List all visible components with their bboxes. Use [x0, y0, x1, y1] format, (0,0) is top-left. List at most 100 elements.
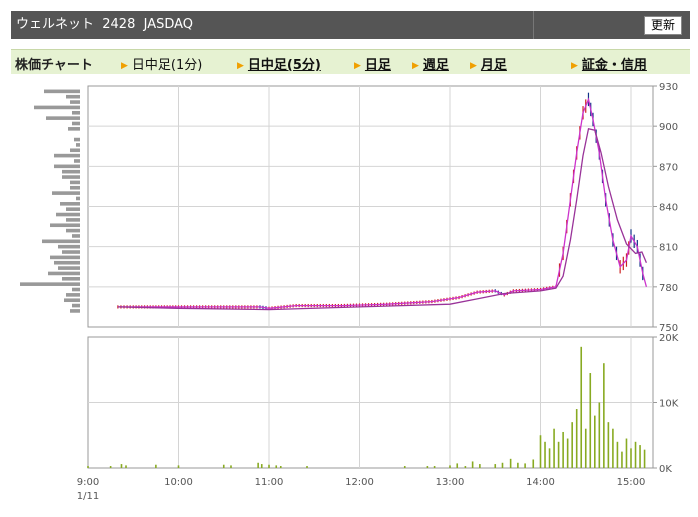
volume-profile-bar — [20, 282, 80, 286]
volume-profile-bar — [60, 202, 80, 206]
volume-bar — [120, 464, 123, 468]
volume-bar — [230, 465, 232, 468]
volume-bar — [607, 422, 610, 468]
x-tick-label: 15:00 — [617, 477, 646, 488]
volume-bar — [580, 346, 583, 468]
volume-profile-bar — [48, 271, 80, 276]
volume-bar — [456, 463, 459, 468]
volume-profile-bar — [68, 127, 80, 131]
volume-bar — [548, 448, 551, 468]
x-tick-label: 14:00 — [526, 477, 555, 488]
volume-bar — [553, 428, 555, 468]
volume-bar — [524, 463, 526, 468]
volume-profile-bar — [72, 110, 80, 115]
volume-bar — [275, 465, 278, 468]
volume-bar — [575, 409, 578, 468]
x-tick-label: 10:00 — [164, 477, 193, 488]
volume-bar — [501, 462, 504, 468]
volume-profile-bar — [76, 196, 80, 201]
volume-profile-bar — [72, 287, 80, 292]
volume-bar — [517, 462, 519, 468]
volume-profile-bar — [42, 239, 80, 244]
volume-profile-bar — [64, 298, 80, 303]
volume-bar — [433, 466, 436, 468]
volume-bar — [639, 445, 641, 468]
volume-bar — [479, 464, 481, 468]
volume-profile-bar — [76, 143, 80, 147]
x-tick-label: 13:00 — [436, 477, 465, 488]
volume-profile-bar — [54, 153, 80, 158]
volume-tick-label: 20K — [659, 333, 679, 344]
volume-bar — [257, 462, 259, 468]
volume-bar — [539, 435, 542, 468]
volume-bar — [268, 464, 270, 468]
volume-bar — [532, 459, 535, 468]
x-tick-label: 9:00 — [77, 477, 99, 488]
volume-bar — [177, 465, 180, 468]
volume-profile-bar — [62, 250, 80, 254]
volume-bar — [589, 373, 592, 468]
x-date-label: 1/11 — [77, 491, 99, 502]
volume-bar — [87, 466, 89, 468]
volume-profile-bar — [52, 191, 80, 195]
volume-bar — [306, 466, 308, 468]
volume-bar — [612, 428, 614, 468]
x-tick-label: 11:00 — [255, 477, 284, 488]
volume-tick-label: 10K — [659, 399, 679, 410]
volume-bar — [260, 464, 263, 468]
volume-bar — [634, 441, 637, 468]
volume-tick-label: 0K — [659, 464, 672, 475]
volume-bar — [562, 431, 564, 468]
volume-bar — [509, 458, 512, 468]
volume-profile-bar — [54, 260, 80, 265]
x-tick-label: 12:00 — [345, 477, 374, 488]
volume-profile-bar — [72, 121, 80, 126]
volume-profile-bar — [70, 185, 80, 190]
volume-profile-bar — [46, 116, 80, 120]
volume-profile-bar — [72, 303, 80, 308]
y-tick-label: 930 — [659, 82, 678, 93]
volume-bar — [471, 461, 474, 468]
volume-profile-bar — [56, 212, 80, 217]
volume-profile-bar — [66, 228, 80, 233]
volume-profile-bar — [44, 89, 80, 94]
volume-bar — [426, 466, 429, 468]
volume-profile-bar — [74, 137, 80, 142]
volume-profile-bar — [70, 309, 80, 313]
volume-bar — [630, 448, 632, 468]
volume-bar — [449, 465, 451, 468]
volume-bar — [625, 438, 628, 468]
volume-bar — [155, 464, 157, 468]
volume-bar — [566, 438, 569, 468]
volume-bar — [544, 441, 546, 468]
volume-bar — [222, 464, 225, 468]
volume-profile-bar — [58, 244, 80, 249]
volume-bar — [616, 441, 619, 468]
volume-bar — [603, 363, 605, 468]
volume-profile-bar — [62, 175, 80, 179]
volume-bar — [494, 464, 497, 468]
volume-bar — [643, 449, 646, 468]
volume-profile-bar — [50, 223, 80, 228]
volume-profile-bar — [70, 100, 80, 104]
volume-profile-bar — [70, 148, 80, 153]
volume-bar — [109, 466, 112, 468]
volume-profile-bar — [66, 94, 80, 99]
volume-bar — [594, 415, 596, 468]
volume-bar — [464, 466, 467, 468]
volume-bar — [571, 422, 573, 468]
y-tick-label: 870 — [659, 162, 678, 173]
volume-profile-bar — [66, 207, 80, 211]
volume-bar — [125, 465, 127, 468]
volume-profile-bar — [74, 159, 80, 163]
price-chart: 9:00 10:00 11:00 12:00 13:00 14:00 15:001/1175… — [20, 82, 679, 502]
volume-profile-bar — [34, 105, 80, 110]
volume-profile-bar — [66, 293, 80, 297]
y-tick-label: 810 — [659, 243, 678, 254]
volume-profile-bar — [58, 266, 80, 270]
volume-profile-bar — [54, 164, 80, 169]
volume-profile-bar — [72, 234, 80, 238]
volume-bar — [598, 402, 601, 468]
volume-profile-bar — [62, 169, 80, 174]
volume-profile-bar — [70, 180, 80, 185]
